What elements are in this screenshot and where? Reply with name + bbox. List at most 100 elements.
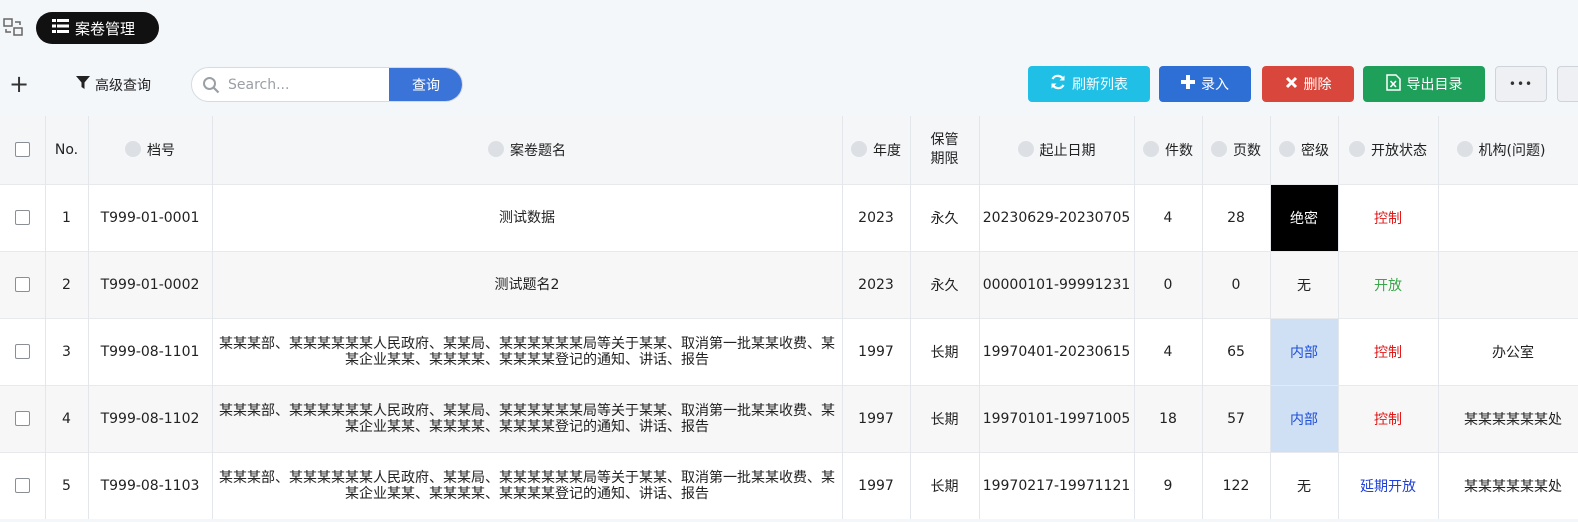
cell-name: 某某某部、某某某某某某人民政府、某某局、某某某某某某局等关于某某、取消第一批某某… [212, 451, 843, 519]
col-open-label: 开放状态 [1371, 142, 1427, 159]
cell-secret: 无 [1270, 451, 1339, 519]
table-row[interactable]: 4 T999-08-1102 某某某部、某某某某某某人民政府、某某局、某某某某某… [0, 384, 1578, 452]
search-box: 查询 [191, 67, 463, 102]
add-record-label: 录入 [1201, 77, 1229, 93]
export-catalog-label: 导出目录 [1406, 77, 1463, 93]
col-no: No. [45, 116, 89, 184]
cell-period: 长期 [910, 384, 980, 452]
row-checkbox[interactable] [14, 478, 30, 494]
col-code-label: 档号 [147, 142, 175, 159]
cell-open-status: 控制 [1338, 183, 1439, 251]
refresh-icon [1050, 74, 1066, 94]
col-year[interactable]: 年度 [842, 116, 911, 184]
page-title: 案卷管理 [75, 19, 136, 38]
sort-icon [1143, 140, 1159, 157]
cell-secret: 无 [1270, 250, 1339, 318]
row-checkbox[interactable] [14, 210, 30, 225]
cell-name: 测试题名2 [212, 250, 843, 318]
sort-icon [1279, 140, 1295, 157]
row-select-cell[interactable] [0, 451, 46, 519]
row-select-cell[interactable] [0, 250, 46, 318]
sort-icon [1456, 140, 1473, 157]
select-all-cell[interactable] [0, 116, 46, 184]
page-title-tab[interactable]: 案卷管理 [36, 12, 159, 44]
refresh-list-button[interactable]: 刷新列表 [1028, 66, 1150, 102]
table-header-row: No. 档号 案卷题名 年度 保管期限 起止日期 件数 页数 密级 开放状态 机… [0, 116, 1578, 184]
cell-items: 9 [1134, 451, 1203, 519]
row-select-cell[interactable] [0, 183, 46, 251]
row-select-cell[interactable] [0, 384, 46, 452]
cell-dates: 19970217-19971121 [979, 451, 1135, 519]
cell-code: T999-08-1102 [88, 384, 213, 452]
search-icon [202, 76, 220, 94]
search-input[interactable] [228, 68, 388, 101]
cell-pages: 28 [1202, 183, 1271, 251]
more-actions-button[interactable]: ••• [1495, 66, 1547, 102]
cell-name: 某某某部、某某某某某某人民政府、某某局、某某某某某某局等关于某某、取消第一批某某… [212, 384, 843, 452]
sort-icon [488, 140, 504, 157]
select-all-checkbox[interactable] [14, 142, 30, 158]
expand-plus-icon[interactable]: + [8, 72, 30, 97]
cell-org: 某某某某某某处 [1438, 384, 1578, 452]
switch-view-icon[interactable] [3, 17, 23, 37]
row-checkbox[interactable] [14, 277, 30, 292]
cell-pages: 57 [1202, 384, 1271, 452]
columns-toggle-button[interactable] [1557, 66, 1578, 102]
col-dates[interactable]: 起止日期 [979, 116, 1135, 184]
filter-icon [76, 76, 90, 94]
cell-open-status: 控制 [1338, 384, 1439, 452]
sort-icon [125, 140, 141, 157]
cell-open-status: 开放 [1338, 250, 1439, 318]
col-org[interactable]: 机构(问题) [1438, 116, 1578, 184]
col-items[interactable]: 件数 [1134, 116, 1203, 184]
cell-code: T999-01-0002 [88, 250, 213, 318]
cell-year: 1997 [842, 451, 911, 519]
cell-name: 某某某部、某某某某某某人民政府、某某局、某某某某某某局等关于某某、取消第一批某某… [212, 317, 843, 385]
query-button[interactable]: 查询 [389, 68, 462, 101]
cell-items: 4 [1134, 317, 1203, 385]
close-icon [1285, 76, 1298, 93]
cell-org [1438, 250, 1578, 318]
cell-year: 1997 [842, 384, 911, 452]
cell-year: 2023 [842, 250, 911, 318]
archive-table: No. 档号 案卷题名 年度 保管期限 起止日期 件数 页数 密级 开放状态 机… [0, 116, 1578, 522]
col-code[interactable]: 档号 [88, 116, 213, 184]
row-checkbox[interactable] [14, 344, 30, 359]
sort-icon [1017, 140, 1034, 157]
excel-file-icon [1385, 73, 1401, 95]
cell-dates: 00000101-99991231 [979, 250, 1135, 318]
table-list-icon [52, 19, 69, 37]
row-checkbox[interactable] [14, 411, 30, 426]
row-select-cell[interactable] [0, 317, 46, 385]
delete-button[interactable]: 删除 [1262, 66, 1354, 102]
cell-code: T999-08-1101 [88, 317, 213, 385]
cell-pages: 65 [1202, 317, 1271, 385]
cell-code: T999-01-0001 [88, 183, 213, 251]
cell-year: 2023 [842, 183, 911, 251]
col-secret-label: 密级 [1301, 142, 1329, 159]
cell-dates: 19970101-19971005 [979, 384, 1135, 452]
export-catalog-button[interactable]: 导出目录 [1363, 66, 1485, 102]
table-row[interactable]: 2 T999-01-0002 测试题名2 2023 永久 00000101-99… [0, 250, 1578, 318]
col-items-label: 件数 [1165, 142, 1193, 159]
add-record-button[interactable]: 录入 [1159, 66, 1251, 102]
sort-icon [1211, 140, 1227, 157]
col-name[interactable]: 案卷题名 [212, 116, 843, 184]
refresh-list-label: 刷新列表 [1072, 77, 1128, 93]
table-row[interactable]: 3 T999-08-1101 某某某部、某某某某某某人民政府、某某局、某某某某某… [0, 317, 1578, 385]
cell-period: 永久 [910, 250, 980, 318]
cell-period: 长期 [910, 317, 980, 385]
col-open[interactable]: 开放状态 [1338, 116, 1439, 184]
table-row[interactable]: 1 T999-01-0001 测试数据 2023 永久 20230629-202… [0, 183, 1578, 251]
cell-org: 办公室 [1438, 317, 1578, 385]
col-secret[interactable]: 密级 [1270, 116, 1339, 184]
sort-icon [851, 140, 867, 157]
col-pages-label: 页数 [1233, 142, 1261, 159]
toolbar: + 高级查询 查询 刷新列表 录入 删除 导出目录 [0, 56, 1578, 116]
col-pages[interactable]: 页数 [1202, 116, 1271, 184]
advanced-query-button[interactable]: 高级查询 [76, 74, 151, 96]
cell-period: 永久 [910, 183, 980, 251]
cell-dates: 19970401-20230615 [979, 317, 1135, 385]
advanced-query-label: 高级查询 [95, 78, 151, 94]
table-row[interactable]: 5 T999-08-1103 某某某部、某某某某某某人民政府、某某局、某某某某某… [0, 451, 1578, 519]
